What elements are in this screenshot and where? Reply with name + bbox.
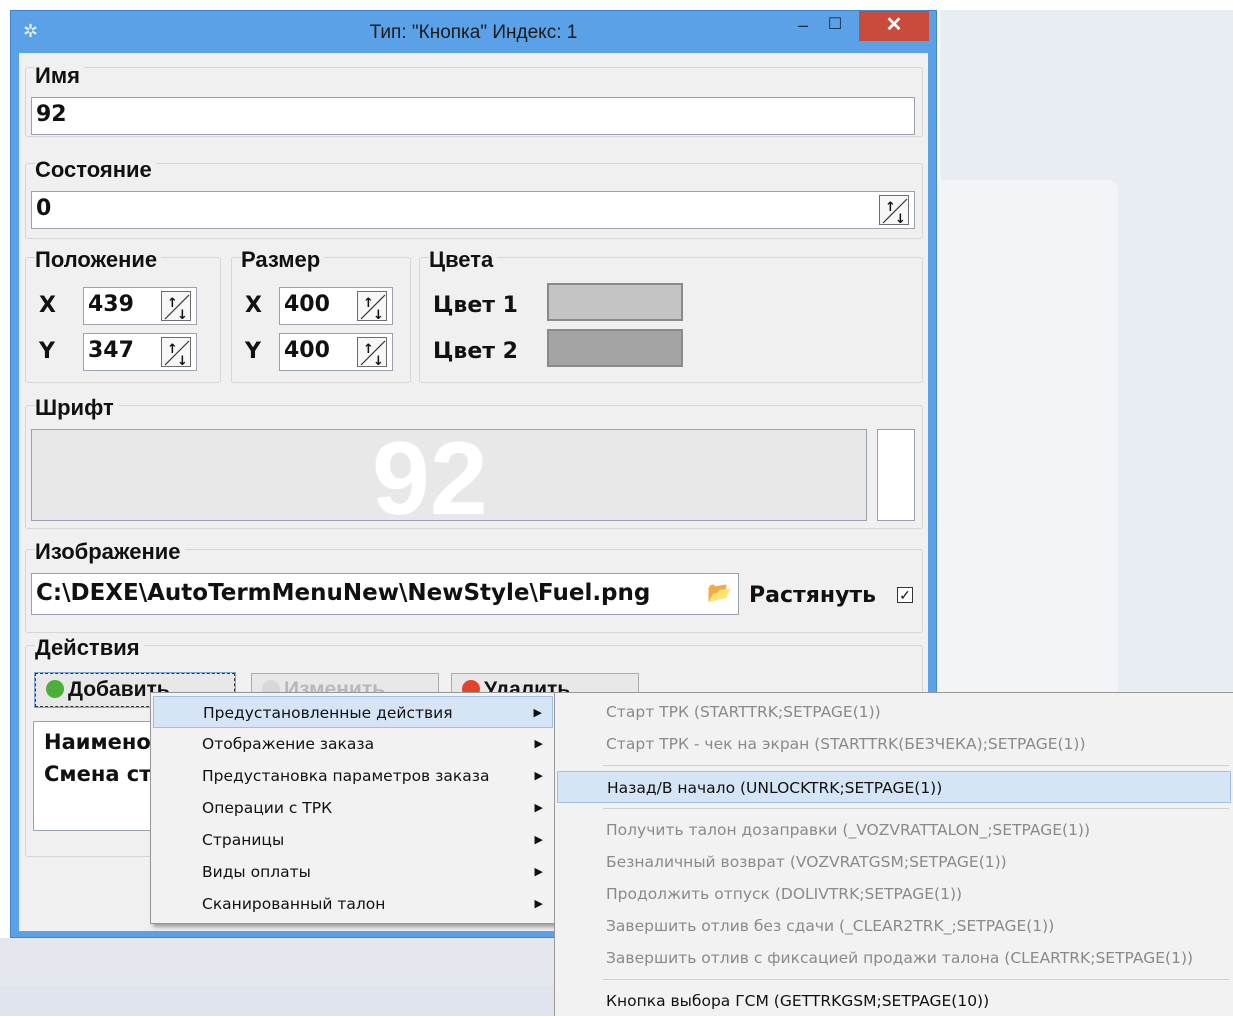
menu-item-label: Страницы bbox=[202, 831, 285, 849]
submenu-item-finish-with-coupon-sale[interactable]: Завершить отлив с фиксацией продажи тало… bbox=[557, 942, 1231, 974]
menu-item-label: Старт ТРК (STARTTRK;SETPAGE(1)) bbox=[606, 703, 881, 721]
background-app-card bbox=[930, 180, 1118, 700]
state-group-label: Состояние bbox=[35, 157, 156, 183]
color2-swatch[interactable] bbox=[547, 329, 683, 367]
submenu-arrow-icon: ▶ bbox=[534, 769, 543, 782]
submenu-item-start-trk-screen-receipt[interactable]: Старт ТРК - чек на экран (STARTTRK(БЕЗЧЕ… bbox=[557, 728, 1231, 760]
color1-label: Цвет 1 bbox=[433, 293, 518, 318]
menu-item-label: Сканированный талон bbox=[202, 895, 386, 913]
submenu-item-continue-dispensing[interactable]: Продолжить отпуск (DOLIVTRK;SETPAGE(1)) bbox=[557, 878, 1231, 910]
submenu-item-fuel-select-button[interactable]: Кнопка выбора ГСМ (GETTRKGSM;SETPAGE(10)… bbox=[557, 985, 1231, 1017]
submenu-arrow-icon: ▶ bbox=[534, 801, 543, 814]
minimize-button[interactable]: – bbox=[789, 13, 817, 39]
menu-item-preset-actions[interactable]: Предустановленные действия ▶ bbox=[153, 696, 553, 728]
close-button[interactable]: ✕ bbox=[859, 11, 929, 41]
maximize-button[interactable]: ☐ bbox=[821, 13, 849, 39]
svg-text:↓: ↓ bbox=[373, 354, 384, 368]
spin-arrows-icon: ↑↓ bbox=[360, 340, 386, 368]
submenu-item-finish-without-change[interactable]: Завершить отлив без сдачи (_CLEAR2TRK_;S… bbox=[557, 910, 1231, 942]
size-y-label: Y bbox=[245, 339, 261, 364]
menu-item-pages[interactable]: Страницы ▶ bbox=[153, 824, 553, 856]
position-y-label: Y bbox=[39, 339, 55, 364]
image-group-label: Изображение bbox=[35, 539, 185, 565]
submenu-arrow-icon: ▶ bbox=[534, 833, 543, 846]
menu-item-trk-operations[interactable]: Операции с ТРК ▶ bbox=[153, 792, 553, 824]
size-y-spin-button[interactable]: ↑ ↓ bbox=[357, 337, 387, 368]
submenu-arrow-icon: ▶ bbox=[534, 897, 543, 910]
submenu-item-cashless-refund[interactable]: Безналичный возврат (VOZVRATGSM;SETPAGE(… bbox=[557, 846, 1231, 878]
size-group-label: Размер bbox=[241, 247, 325, 273]
spin-arrows-icon: ↑↓ bbox=[164, 340, 190, 368]
menu-item-label: Кнопка выбора ГСМ (GETTRKGSM;SETPAGE(10)… bbox=[606, 992, 990, 1010]
menu-item-label: Безналичный возврат (VOZVRATGSM;SETPAGE(… bbox=[606, 853, 1007, 871]
state-spin-button[interactable]: ↑ ↓ bbox=[879, 195, 909, 226]
menu-item-label: Продолжить отпуск (DOLIVTRK;SETPAGE(1)) bbox=[606, 885, 963, 903]
position-x-label: X bbox=[39, 293, 56, 318]
position-x-spin-button[interactable]: ↑ ↓ bbox=[161, 291, 191, 322]
menu-item-label: Завершить отлив без сдачи (_CLEAR2TRK_;S… bbox=[606, 917, 1055, 935]
svg-text:↓: ↓ bbox=[373, 308, 384, 322]
svg-text:↓: ↓ bbox=[895, 212, 906, 226]
menu-item-label: Отображение заказа bbox=[202, 735, 375, 753]
svg-text:↓: ↓ bbox=[177, 354, 188, 368]
menu-separator bbox=[603, 765, 1229, 766]
submenu-arrow-icon: ▶ bbox=[534, 865, 543, 878]
color2-label: Цвет 2 bbox=[433, 339, 518, 364]
preset-actions-submenu: Старт ТРК (STARTTRK;SETPAGE(1)) Старт ТР… bbox=[554, 692, 1233, 1016]
svg-text:↓: ↓ bbox=[177, 308, 188, 322]
colors-group-label: Цвета bbox=[429, 247, 498, 273]
menu-separator bbox=[603, 979, 1229, 980]
submenu-item-back-to-start[interactable]: Назад/В начало (UNLOCKTRK;SETPAGE(1)) bbox=[557, 771, 1231, 803]
color1-swatch[interactable] bbox=[547, 283, 683, 321]
menu-item-label: Виды оплаты bbox=[202, 863, 311, 881]
size-x-label: X bbox=[245, 293, 262, 318]
submenu-arrow-icon: ▶ bbox=[533, 706, 542, 719]
font-preview-text: 92 bbox=[372, 429, 488, 521]
position-group-label: Положение bbox=[35, 247, 162, 273]
menu-item-label: Старт ТРК - чек на экран (STARTTRK(БЕЗЧЕ… bbox=[606, 735, 1086, 753]
spin-arrows-icon: ↑↓ bbox=[360, 294, 386, 322]
font-color-box[interactable] bbox=[877, 429, 915, 521]
menu-item-payment-types[interactable]: Виды оплаты ▶ bbox=[153, 856, 553, 888]
font-group-label: Шрифт bbox=[35, 395, 118, 421]
open-folder-icon[interactable]: 📂 bbox=[707, 581, 732, 605]
spin-arrows-icon: ↑↓ bbox=[882, 198, 908, 226]
image-path-input[interactable]: C:\DEXE\AutoTermMenuNew\NewStyle\Fuel.pn… bbox=[31, 573, 739, 615]
position-y-spin-button[interactable]: ↑ ↓ bbox=[161, 337, 191, 368]
menu-item-label: Предустановка параметров заказа bbox=[202, 767, 490, 785]
stretch-checkbox[interactable]: ✓ bbox=[897, 587, 913, 603]
submenu-item-start-trk[interactable]: Старт ТРК (STARTTRK;SETPAGE(1)) bbox=[557, 696, 1231, 728]
state-input[interactable]: 0 bbox=[31, 191, 915, 229]
menu-item-order-display[interactable]: Отображение заказа ▶ bbox=[153, 728, 553, 760]
stretch-label: Растянуть bbox=[749, 583, 877, 608]
name-group-label: Имя bbox=[35, 63, 84, 89]
menu-item-label: Завершить отлив с фиксацией продажи тало… bbox=[606, 949, 1194, 967]
spin-arrows-icon: ↑↓ bbox=[164, 294, 190, 322]
menu-item-order-params[interactable]: Предустановка параметров заказа ▶ bbox=[153, 760, 553, 792]
list-item[interactable]: Смена ст bbox=[44, 762, 151, 786]
add-action-context-menu: Предустановленные действия ▶ Отображение … bbox=[150, 692, 556, 924]
title-bar[interactable]: ✲ Тип: "Кнопка" Индекс: 1 – ☐ ✕ bbox=[11, 11, 936, 53]
menu-item-label: Назад/В начало (UNLOCKTRK;SETPAGE(1)) bbox=[607, 779, 943, 797]
menu-item-label: Получить талон дозаправки (_VOZVRATTALON… bbox=[606, 821, 1091, 839]
menu-item-label: Операции с ТРК bbox=[202, 799, 333, 817]
name-input[interactable]: 92 bbox=[31, 97, 915, 135]
submenu-item-get-refuel-coupon[interactable]: Получить талон дозаправки (_VOZVRATTALON… bbox=[557, 814, 1231, 846]
size-x-spin-button[interactable]: ↑ ↓ bbox=[357, 291, 387, 322]
menu-separator bbox=[603, 808, 1229, 809]
menu-item-scanned-coupon[interactable]: Сканированный талон ▶ bbox=[153, 888, 553, 920]
menu-item-label: Предустановленные действия bbox=[203, 704, 453, 722]
actions-group-label: Действия bbox=[35, 635, 144, 661]
font-preview[interactable]: 92 bbox=[31, 429, 867, 521]
add-icon bbox=[46, 680, 64, 698]
submenu-arrow-icon: ▶ bbox=[534, 737, 543, 750]
